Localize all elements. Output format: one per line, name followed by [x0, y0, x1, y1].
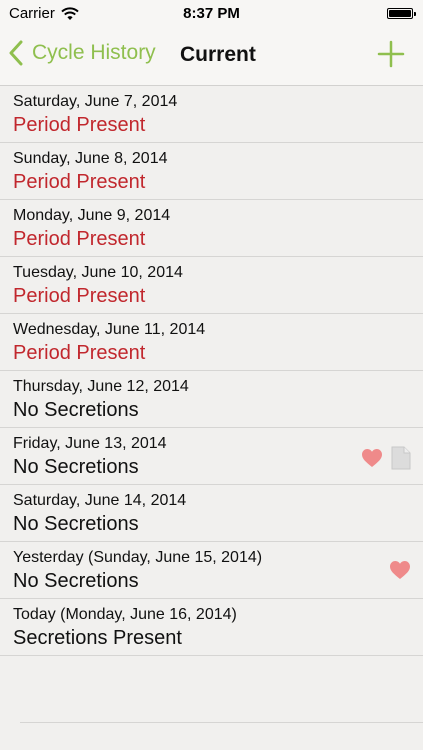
heart-icon [362, 449, 382, 467]
back-button-label: Cycle History [32, 41, 156, 64]
entry-date: Sunday, June 8, 2014 [13, 150, 168, 167]
list-item[interactable]: Wednesday, June 11, 2014 Period Present [0, 314, 423, 371]
entry-icons [361, 446, 411, 470]
entry-date: Friday, June 13, 2014 [13, 435, 167, 452]
list-item[interactable]: Friday, June 13, 2014 No Secretions [0, 428, 423, 485]
entry-status: No Secretions [13, 570, 139, 592]
back-button[interactable]: Cycle History [8, 40, 156, 66]
page-title: Current [180, 43, 256, 66]
entry-date: Tuesday, June 10, 2014 [13, 264, 183, 281]
list-item[interactable]: Tuesday, June 10, 2014 Period Present [0, 257, 423, 314]
clock: 8:37 PM [183, 5, 240, 22]
list-item[interactable]: Thursday, June 12, 2014 No Secretions [0, 371, 423, 428]
entry-status: No Secretions [13, 399, 139, 421]
chevron-left-icon [9, 40, 23, 66]
list-item[interactable]: Monday, June 9, 2014 Period Present [0, 200, 423, 257]
entry-status: Period Present [13, 285, 146, 307]
entry-date: Today (Monday, June 16, 2014) [13, 606, 237, 623]
entry-status: Period Present [13, 228, 146, 250]
entry-status: Period Present [13, 342, 146, 364]
entry-icons [389, 560, 411, 580]
list-item[interactable]: Sunday, June 8, 2014 Period Present [0, 143, 423, 200]
plus-icon[interactable] [377, 40, 405, 68]
heart-icon [390, 561, 410, 579]
entry-date: Yesterday (Sunday, June 15, 2014) [13, 549, 263, 566]
battery-icon [387, 8, 416, 19]
list-item[interactable]: Saturday, June 7, 2014 Period Present [0, 86, 423, 143]
entry-status: No Secretions [13, 513, 139, 535]
entry-status: Secretions Present [13, 627, 182, 649]
cycle-entry-list: Saturday, June 7, 2014 Period Present Su… [0, 86, 423, 656]
entry-date: Thursday, June 12, 2014 [13, 378, 189, 395]
list-item[interactable]: Yesterday (Sunday, June 15, 2014) No Sec… [0, 542, 423, 599]
entry-status: No Secretions [13, 456, 139, 478]
list-item[interactable]: Saturday, June 14, 2014 No Secretions [0, 485, 423, 542]
status-bar: Carrier 8:37 PM [0, 0, 423, 28]
entry-date: Monday, June 9, 2014 [13, 207, 171, 224]
list-item[interactable]: Today (Monday, June 16, 2014) Secretions… [0, 599, 423, 656]
entry-date: Saturday, June 7, 2014 [13, 93, 178, 110]
entry-date: Saturday, June 14, 2014 [13, 492, 187, 509]
entry-date: Wednesday, June 11, 2014 [13, 321, 206, 338]
note-icon [391, 446, 411, 470]
navigation-bar: Cycle History Current [0, 28, 423, 86]
entry-status: Period Present [13, 114, 146, 136]
entry-status: Period Present [13, 171, 146, 193]
list-divider [20, 722, 423, 723]
